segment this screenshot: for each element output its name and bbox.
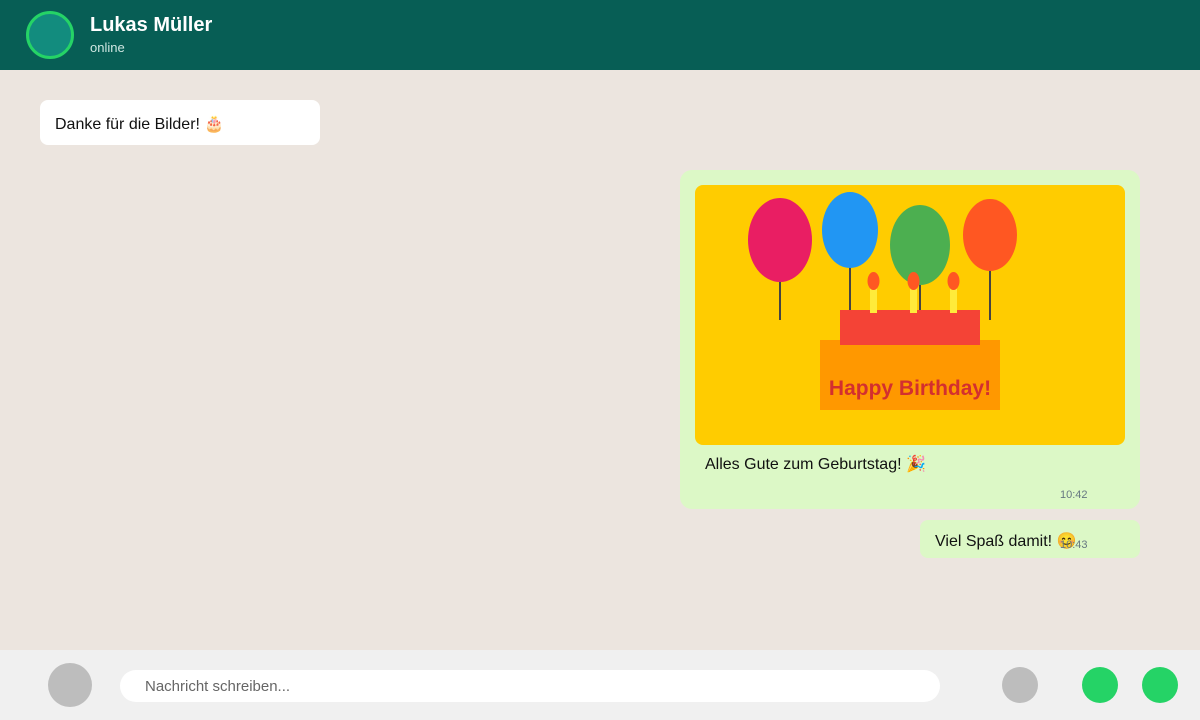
mic-icon[interactable] <box>1082 667 1118 703</box>
candle-flame <box>867 272 880 290</box>
send-icon[interactable] <box>1142 667 1178 703</box>
outgoing-message-bubble[interactable]: Viel Spaß damit! 😊 10:43 <box>920 520 1140 558</box>
outgoing-image-message[interactable]: Happy Birthday! Alles Gute zum Geburtsta… <box>680 170 1140 509</box>
chat-header: Lukas Müller online <box>0 0 1200 70</box>
message-text: Viel Spaß damit! 😊 <box>935 533 1077 550</box>
message-text: Danke für die Bilder! 🎂 <box>55 116 225 133</box>
chat-area[interactable]: Danke für die Bilder! 🎂 Happy Birthday! … <box>0 70 1200 650</box>
candle <box>950 288 957 313</box>
green-balloon <box>890 205 950 285</box>
birthday-illustration: Happy Birthday! <box>695 185 1125 445</box>
image-caption-text: Happy Birthday! <box>829 377 991 400</box>
message-input[interactable] <box>120 670 940 702</box>
cake-top-tier <box>840 310 980 345</box>
candle <box>910 288 917 313</box>
candle-flame <box>907 272 920 290</box>
incoming-message-bubble[interactable]: Danke für die Bilder! 🎂 <box>40 100 320 145</box>
contact-status: online <box>90 40 125 55</box>
emoji-icon[interactable] <box>48 663 92 707</box>
candle <box>870 288 877 313</box>
candle-flame <box>947 272 960 290</box>
message-timestamp: 10:43 <box>1060 539 1088 551</box>
contact-avatar[interactable] <box>26 11 74 59</box>
blue-balloon <box>822 192 878 268</box>
attach-icon[interactable] <box>1002 667 1038 703</box>
message-timestamp: 10:42 <box>1060 489 1088 501</box>
orange-balloon <box>963 199 1017 271</box>
composer-bar <box>0 650 1200 720</box>
birthday-image[interactable]: Happy Birthday! <box>695 185 1125 445</box>
contact-name[interactable]: Lukas Müller <box>90 14 212 37</box>
message-text: Alles Gute zum Geburtstag! 🎉 <box>705 456 926 473</box>
pink-balloon <box>748 198 812 282</box>
